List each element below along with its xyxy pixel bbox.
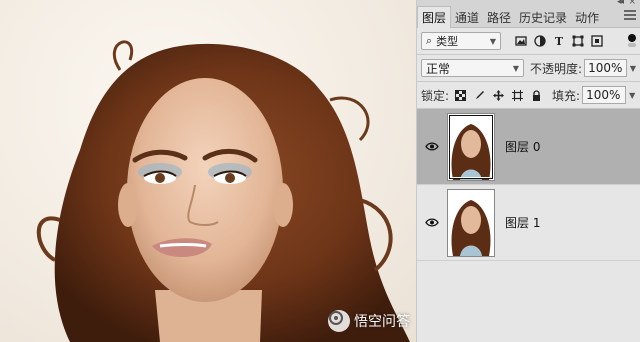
filter-smart-objects-icon[interactable]: [591, 35, 603, 47]
blend-row: 正常 ▼ 不透明度: 100% ▼: [417, 55, 640, 81]
lock-row: 锁定: 填充: 100% ▼: [417, 82, 640, 108]
filter-toggle-switch[interactable]: [628, 34, 636, 48]
panel-menu-icon[interactable]: [624, 10, 636, 22]
lock-all-icon[interactable]: [531, 89, 542, 101]
opacity-field[interactable]: 100%: [584, 59, 627, 77]
fill-field[interactable]: 100%: [582, 86, 627, 104]
watermark: 悟空问答: [328, 310, 410, 332]
filter-pixel-layers-icon[interactable]: [515, 35, 527, 47]
opacity-value: 100%: [588, 61, 623, 75]
lock-transparent-pixels-icon[interactable]: [455, 89, 467, 101]
panel-tabs: 图层 通道 路径 历史记录 动作: [417, 6, 640, 28]
tab-layers[interactable]: 图层: [417, 6, 452, 28]
filter-shape-layers-icon[interactable]: [572, 35, 584, 47]
lock-label: 锁定:: [421, 88, 450, 103]
search-icon: ⌕: [426, 34, 433, 47]
tab-paths[interactable]: 路径: [483, 7, 515, 27]
wukong-logo-icon: [328, 310, 350, 332]
watermark-text: 悟空问答: [354, 314, 410, 330]
opacity-dropdown-icon[interactable]: ▼: [630, 64, 636, 73]
eye-icon[interactable]: [417, 218, 447, 227]
filter-type-layers-icon[interactable]: T: [553, 35, 565, 48]
opacity-label: 不透明度:: [530, 61, 583, 76]
lock-position-icon[interactable]: [493, 89, 505, 101]
layer-name[interactable]: 图层 1: [505, 214, 540, 231]
fill-label: 填充:: [552, 88, 581, 103]
layer-thumbnail: [447, 188, 495, 257]
layer-filter-value: 类型: [436, 35, 459, 48]
chevron-down-icon: ▼: [512, 63, 520, 73]
layers-panel: ◂◂ × 图层 通道 路径 历史记录 动作 ⌕ 类型 ▼ T 正常 ▼ 不透明度…: [416, 0, 640, 342]
filter-row: ⌕ 类型 ▼ T: [417, 28, 640, 54]
document-canvas[interactable]: 悟空问答: [0, 0, 416, 342]
eye-icon[interactable]: [417, 142, 447, 151]
blend-mode-select[interactable]: 正常 ▼: [421, 59, 525, 77]
layer-name[interactable]: 图层 0: [505, 138, 540, 155]
fill-value: 100%: [586, 88, 621, 102]
layer-thumbnail: [447, 112, 495, 181]
layer-row-1[interactable]: 图层 1: [417, 185, 640, 261]
tab-channels[interactable]: 通道: [451, 7, 483, 27]
blend-mode-value: 正常: [426, 61, 451, 76]
lock-image-pixels-icon[interactable]: [474, 90, 485, 101]
chevron-down-icon: ▼: [489, 36, 496, 46]
layer-row-0[interactable]: 图层 0: [417, 109, 640, 185]
portrait-photo: [36, 40, 410, 342]
layer-filter-select[interactable]: ⌕ 类型 ▼: [421, 32, 501, 50]
filter-adjustment-layers-icon[interactable]: [534, 35, 546, 47]
tab-actions[interactable]: 动作: [571, 7, 603, 27]
fill-dropdown-icon[interactable]: ▼: [629, 91, 635, 100]
tab-history[interactable]: 历史记录: [515, 7, 571, 27]
lock-artboard-icon[interactable]: [512, 89, 524, 101]
